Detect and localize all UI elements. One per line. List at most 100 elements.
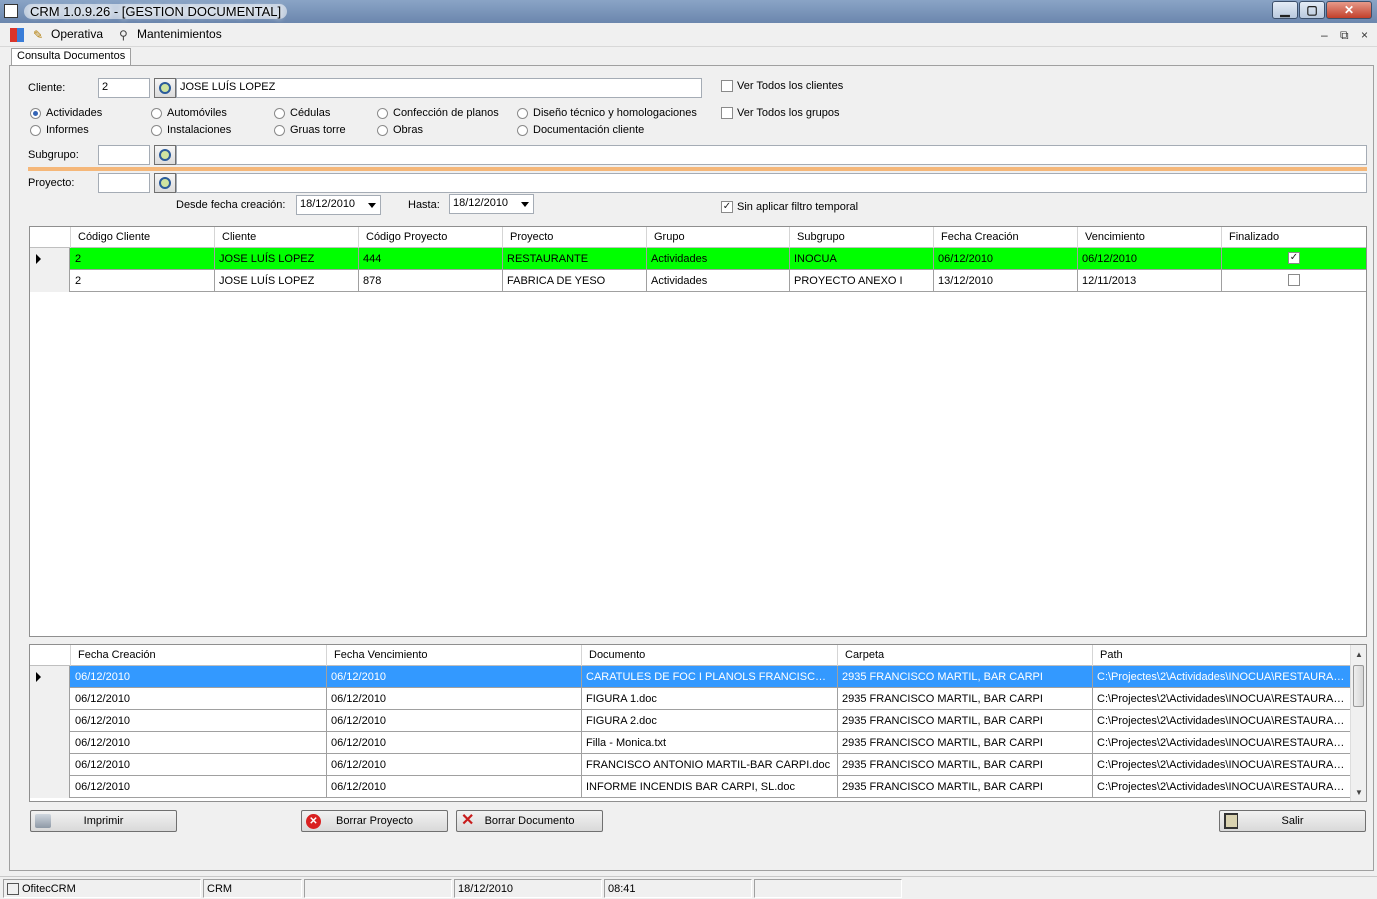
radio-diseno-tecnico[interactable]	[517, 108, 528, 119]
col-cliente[interactable]: Cliente	[215, 227, 359, 248]
key-icon: ⚲	[119, 28, 128, 42]
row-selector[interactable]	[30, 754, 70, 776]
col-vencimiento[interactable]: Vencimiento	[1078, 227, 1222, 248]
radio-documentacion-cliente[interactable]	[517, 125, 528, 136]
minimize-button[interactable]: ▁	[1272, 1, 1298, 19]
radio-automoviles[interactable]	[151, 108, 162, 119]
col-proyecto[interactable]: Proyecto	[503, 227, 647, 248]
cell: INOCUA	[790, 248, 934, 270]
subgrupo-search-button[interactable]	[154, 145, 176, 165]
subgrupo-code-field[interactable]	[98, 145, 150, 165]
sin-filtro-checkbox[interactable]: ✓	[721, 201, 733, 213]
hasta-date-picker[interactable]: 18/12/2010	[449, 194, 534, 214]
status-date: 18/12/2010	[454, 879, 602, 898]
radio-informes[interactable]	[30, 125, 41, 136]
window-title: CRM 1.0.9.26 - [GESTION DOCUMENTAL]	[24, 4, 288, 19]
col-grupo[interactable]: Grupo	[647, 227, 790, 248]
radio-informes-label: Informes	[46, 124, 89, 136]
row-selector[interactable]	[30, 732, 70, 754]
table-row[interactable]: 06/12/2010 06/12/2010 INFORME INCENDIS BAR…	[30, 776, 1350, 798]
menu-mantenimientos[interactable]: Mantenimientos	[137, 27, 222, 41]
radio-actividades[interactable]	[30, 108, 41, 119]
row-selector[interactable]	[30, 688, 70, 710]
salir-button[interactable]: Salir	[1219, 810, 1366, 832]
scroll-up-icon[interactable]: ▲	[1355, 650, 1363, 659]
row-header-corner	[30, 645, 71, 666]
subgrupo-name-field	[176, 145, 1367, 165]
cell: Actividades	[647, 248, 790, 270]
col-finalizado[interactable]: Finalizado	[1222, 227, 1366, 248]
table-row[interactable]: 06/12/2010 06/12/2010 FIGURA 1.doc 2935 FRA…	[30, 688, 1350, 710]
proyecto-label: Proyecto:	[28, 177, 75, 189]
radio-confeccion-planos[interactable]	[377, 108, 388, 119]
cell: JOSE LUÍS LOPEZ	[215, 248, 359, 270]
documents-scrollbar[interactable]: ▲ ▼	[1350, 645, 1366, 801]
borrar-documento-button[interactable]: ✕ Borrar Documento	[456, 810, 603, 832]
table-row[interactable]: 2 JOSE LUÍS LOPEZ 878 FABRICA DE YESO Ac…	[30, 270, 1366, 292]
mdi-window-icon[interactable]	[10, 28, 24, 42]
mdi-close-button[interactable]: ×	[1361, 28, 1368, 42]
col-codigo-proyecto[interactable]: Código Proyecto	[359, 227, 503, 248]
cell: 2	[71, 248, 215, 270]
cell: C:\Projectes\2\Actividades\INOCUA\RESTAU…	[1097, 737, 1350, 749]
radio-instalaciones[interactable]	[151, 125, 162, 136]
cliente-search-button[interactable]	[154, 78, 176, 98]
table-row[interactable]: 06/12/2010 06/12/2010 FIGURA 2.doc 2935 FRA…	[30, 710, 1350, 732]
col-doc-fecha-creacion[interactable]: Fecha Creación	[71, 645, 327, 666]
col-doc-fecha-vencimiento[interactable]: Fecha Vencimiento	[327, 645, 582, 666]
cliente-code-field[interactable]: 2	[98, 78, 150, 98]
imprimir-button[interactable]: Imprimir	[30, 810, 177, 832]
title-bar: CRM 1.0.9.26 - [GESTION DOCUMENTAL] ▁ ▢ …	[0, 0, 1377, 23]
borrar-proyecto-button[interactable]: ✕ Borrar Proyecto	[301, 810, 448, 832]
row-selector[interactable]	[30, 776, 70, 798]
close-button[interactable]: ✕	[1326, 1, 1372, 19]
ver-todos-grupos-label: Ver Todos los grupos	[737, 107, 840, 119]
cell: FABRICA DE YESO	[503, 270, 647, 292]
desde-date-picker[interactable]: 18/12/2010	[296, 195, 381, 215]
ver-todos-clientes-label: Ver Todos los clientes	[737, 80, 844, 92]
finalizado-checkbox[interactable]: ✓	[1288, 252, 1300, 264]
radio-obras[interactable]	[377, 125, 388, 136]
table-row[interactable]: 06/12/2010 06/12/2010 Filla - Monica.txt 29…	[30, 732, 1350, 754]
radio-gruas-torre[interactable]	[274, 125, 285, 136]
maximize-button[interactable]: ▢	[1299, 1, 1325, 19]
printer-icon	[35, 814, 51, 828]
separator-bar	[28, 167, 1367, 171]
row-selector[interactable]	[30, 710, 70, 732]
app-icon	[7, 883, 19, 896]
proyecto-search-button[interactable]	[154, 173, 176, 193]
row-selector[interactable]	[30, 248, 70, 270]
col-fecha-creacion[interactable]: Fecha Creación	[934, 227, 1078, 248]
scroll-down-icon[interactable]: ▼	[1355, 788, 1363, 797]
tab-consulta-documentos[interactable]: Consulta Documentos	[11, 48, 132, 66]
row-selector[interactable]	[30, 270, 70, 292]
mdi-restore-button[interactable]: ⧉	[1340, 28, 1349, 43]
menu-operativa[interactable]: Operativa	[51, 27, 103, 41]
cell: 2935 FRANCISCO MARTIL, BAR CARPI	[838, 754, 1093, 776]
documents-grid-header: Fecha Creación Fecha Vencimiento Documen…	[30, 645, 1350, 666]
cell: 2	[71, 270, 215, 292]
scroll-thumb[interactable]	[1353, 665, 1364, 707]
salir-label: Salir	[1281, 815, 1304, 827]
cell: C:\Projectes\2\Actividades\INOCUA\RESTAU…	[1097, 759, 1350, 771]
app-icon	[4, 4, 18, 18]
cell: PROYECTO ANEXO I	[790, 270, 934, 292]
col-doc-documento[interactable]: Documento	[582, 645, 838, 666]
ver-todos-clientes-checkbox[interactable]	[721, 80, 733, 92]
radio-cedulas-label: Cédulas	[290, 107, 331, 119]
table-row[interactable]: 2 JOSE LUÍS LOPEZ 444 RESTAURANTE Activi…	[30, 248, 1366, 270]
col-codigo-cliente[interactable]: Código Cliente	[71, 227, 215, 248]
table-row[interactable]: 06/12/2010 06/12/2010 CARATULES DE FOC I P…	[30, 666, 1350, 688]
ver-todos-grupos-checkbox[interactable]	[721, 107, 733, 119]
row-selector[interactable]	[30, 666, 70, 688]
mdi-minimize-button[interactable]: –	[1321, 28, 1328, 42]
cell-finalizado: ✓	[1222, 248, 1366, 270]
col-doc-path[interactable]: Path	[1093, 645, 1350, 666]
projects-grid-header: Código Cliente Cliente Código Proyecto P…	[30, 227, 1366, 248]
col-subgrupo[interactable]: Subgrupo	[790, 227, 934, 248]
table-row[interactable]: 06/12/2010 06/12/2010 FRANCISCO ANTONIO MA…	[30, 754, 1350, 776]
radio-cedulas[interactable]	[274, 108, 285, 119]
proyecto-code-field[interactable]	[98, 173, 150, 193]
col-doc-carpeta[interactable]: Carpeta	[838, 645, 1093, 666]
finalizado-checkbox[interactable]	[1288, 274, 1300, 286]
